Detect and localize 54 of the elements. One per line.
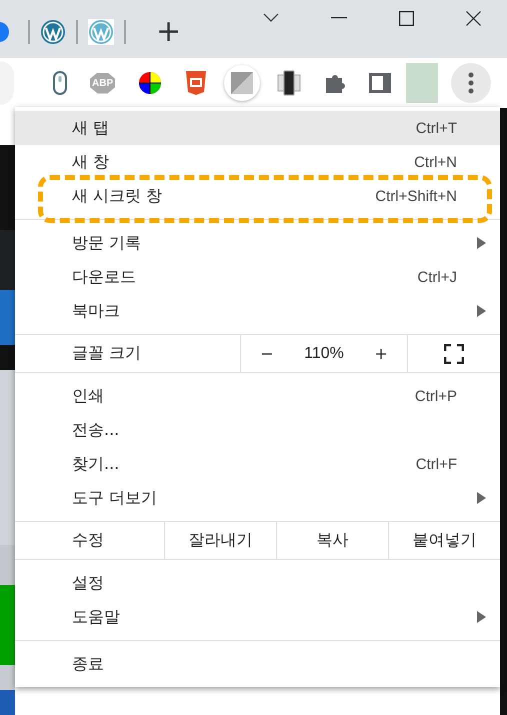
shield-tv-icon[interactable] [185,71,208,95]
fullscreen-icon [444,344,464,364]
menu-item[interactable]: 인쇄 Ctrl+P [15,379,500,413]
menu-item-label: 도구 더보기 [72,488,158,508]
menu-item-label: 도움말 [72,606,120,628]
menu-item[interactable]: 종료 [15,647,500,681]
menu-item-label: 북마크 [72,300,120,322]
menu-item[interactable]: 도구 더보기 [15,481,500,515]
menu-item[interactable]: 방문 기록 [15,226,500,260]
mouse-icon[interactable] [53,71,67,95]
close-icon[interactable] [466,10,481,26]
edit-button[interactable]: 붙여넣기 [389,522,500,559]
shortcut-text: Ctrl+F [416,456,457,472]
wordpress-logo-icon[interactable] [40,19,66,45]
shortcut-text: Ctrl+P [414,388,457,404]
zoom-out-button[interactable]: − [252,344,282,363]
new-tab-button[interactable]: + [156,17,182,47]
minimize-icon[interactable] [331,17,347,19]
menu-item-label: 새 시크릿 창 [72,186,162,206]
menu-item-label: 인쇄 [72,386,104,406]
menu-item[interactable]: 전송... [15,413,500,447]
menu-item-label: 종료 [72,654,104,674]
menu-item-label: 설정 [72,572,104,594]
menu-item[interactable]: 새 시크릿 창 Ctrl+Shift+N [15,179,500,213]
menu-item[interactable]: 찾기... Ctrl+F [15,447,500,481]
menu-item-label: 글꼴 크기 [71,342,142,364]
menu-item[interactable]: 다운로드 Ctrl+J [15,260,500,294]
phone-device-icon[interactable] [277,70,302,96]
menu-item-label: 방문 기록 [72,232,142,254]
diagonal-square-icon[interactable] [231,72,254,94]
shortcut-text: Ctrl+T [416,120,457,136]
menu-item[interactable]: 도움말 [15,600,500,634]
zoom-in-button[interactable]: + [366,344,396,363]
zoom-value: 110% [304,344,344,362]
shortcut-text: Ctrl+Shift+N [375,188,457,204]
chevron-down-icon[interactable] [263,13,279,23]
menu-button[interactable] [451,63,492,103]
shortcut-text: Ctrl+N [414,154,457,170]
circle-favicon-icon[interactable] [0,21,10,43]
menu-item[interactable]: 북마크 [15,294,500,328]
menu-item-label: 전송... [72,420,120,440]
menu-icon [468,72,474,94]
puzzle-piece-icon[interactable] [324,72,346,94]
menu-item-label: 찾기... [72,454,120,474]
side-panel-icon[interactable] [369,73,392,93]
maximize-icon[interactable] [399,10,414,26]
menu-item[interactable]: 새 창 Ctrl+N [15,145,500,179]
color-wheel-icon[interactable] [138,71,162,95]
menu-item[interactable]: 설정 [15,566,500,600]
menu-item-label: 다운로드 [72,266,136,288]
shortcut-text: Ctrl+J [417,268,457,286]
menu-item[interactable]: 새 탭 Ctrl+T [15,111,500,145]
menu-item-label: 새 창 [72,152,110,172]
menu-item-label: 새 탭 [72,118,110,138]
